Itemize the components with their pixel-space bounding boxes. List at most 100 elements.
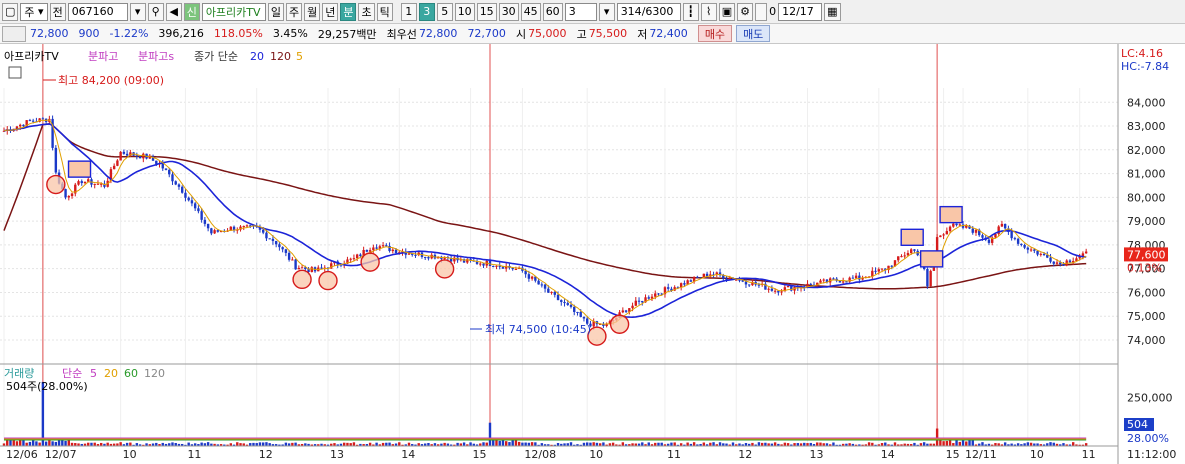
- candle-body: [168, 169, 171, 175]
- candle-body: [974, 229, 978, 233]
- candle-body: [291, 259, 294, 261]
- legend-ma-label: 종가 단순: [194, 50, 238, 63]
- sell-button[interactable]: 매도: [736, 25, 771, 42]
- interval-3-button[interactable]: 3: [418, 2, 435, 21]
- time-tick-label: 10: [1030, 448, 1044, 461]
- candle-body: [1049, 257, 1052, 262]
- volume-bar: [498, 440, 501, 446]
- market-select[interactable]: 주 ▾: [20, 2, 48, 21]
- interval-30-button[interactable]: 30: [498, 2, 519, 21]
- candle-body: [553, 291, 556, 295]
- time-tick-label: 11:12:00: [1127, 448, 1176, 461]
- candle-body: [757, 284, 761, 286]
- interval-45-button[interactable]: 45: [520, 2, 541, 21]
- quote-dropdown-icon[interactable]: [2, 25, 26, 42]
- volume-bar: [592, 442, 595, 446]
- line-type-icon[interactable]: ⌇: [700, 2, 717, 21]
- volume-bar: [611, 442, 615, 446]
- volume-bar: [15, 441, 19, 446]
- candle-body: [349, 258, 352, 260]
- period-tick-button[interactable]: 틱: [376, 2, 393, 21]
- candle-body: [245, 225, 249, 227]
- buy-button[interactable]: 매수: [697, 25, 733, 42]
- interval-15-button[interactable]: 15: [476, 2, 497, 21]
- candle-body: [910, 249, 913, 254]
- volume-current-label: 504: [1127, 418, 1148, 431]
- zero-checkbox[interactable]: [755, 2, 768, 21]
- period-minute-button[interactable]: 분: [340, 2, 357, 21]
- count-field[interactable]: 314/6300: [616, 2, 681, 21]
- candle-body: [83, 181, 87, 184]
- volume-bar: [375, 442, 378, 446]
- period-year-button[interactable]: 년: [322, 2, 339, 21]
- window-icon[interactable]: ▢: [2, 2, 19, 21]
- code-dropdown-icon[interactable]: ▾: [129, 2, 146, 21]
- candle-body: [569, 304, 573, 307]
- calendar-icon[interactable]: ▦: [824, 2, 841, 21]
- volume-bar: [200, 442, 203, 446]
- speaker-icon[interactable]: ◀: [165, 2, 182, 21]
- save-icon[interactable]: ▣: [718, 2, 736, 21]
- candle-body: [1062, 264, 1065, 266]
- volume-bar: [534, 442, 537, 446]
- volume-bar: [1049, 442, 1052, 446]
- interval-dropdown-icon[interactable]: ▾: [598, 2, 615, 21]
- candle-body: [679, 283, 683, 288]
- legend-volma20: 20: [104, 367, 118, 380]
- period-month-button[interactable]: 월: [304, 2, 321, 21]
- candle-body: [310, 267, 313, 272]
- candle-body: [582, 316, 586, 319]
- candle-body: [213, 230, 216, 234]
- candle-body: [242, 226, 245, 228]
- code-input[interactable]: 067160: [67, 2, 128, 21]
- interval-1-button[interactable]: 1: [400, 2, 417, 21]
- candle-body: [1084, 251, 1088, 254]
- gear-icon[interactable]: ⚙: [737, 2, 754, 21]
- volume-bar: [206, 442, 210, 446]
- volume-bar: [171, 442, 174, 446]
- candle-body: [631, 305, 634, 309]
- candle-body: [683, 283, 686, 285]
- candle-body: [138, 156, 142, 159]
- candle-body: [1013, 238, 1017, 240]
- search-icon[interactable]: ⚲: [147, 2, 164, 21]
- candle-body: [903, 255, 906, 257]
- interval-10-button[interactable]: 10: [454, 2, 475, 21]
- price-tick-label: 75,000: [1127, 310, 1166, 323]
- candle-body: [854, 275, 858, 279]
- price-chart[interactable]: 84,00083,00082,00081,00080,00079,00078,0…: [0, 44, 1185, 464]
- date-input[interactable]: 12/17: [778, 2, 823, 21]
- time-tick-label: 15: [946, 448, 960, 461]
- market-select-value: 주: [24, 5, 35, 19]
- interval-select[interactable]: 3: [564, 2, 597, 21]
- interval-5-button[interactable]: 5: [436, 2, 453, 21]
- period-day-button[interactable]: 일: [267, 2, 284, 21]
- candle-body: [890, 265, 893, 267]
- volume-bar: [935, 428, 939, 446]
- candle-body: [375, 247, 378, 249]
- legend-stock-name: 아프리카TV: [4, 50, 59, 63]
- interval-60-button[interactable]: 60: [542, 2, 563, 21]
- highlight-box: [939, 205, 963, 224]
- volume-bar: [773, 442, 777, 446]
- volume-ma-lines: [4, 437, 1087, 441]
- candle-type-icon[interactable]: ┇: [682, 2, 699, 21]
- volume-bar: [129, 442, 132, 446]
- candle-body: [952, 223, 955, 227]
- highlight-circle: [360, 252, 380, 272]
- candle-body: [281, 247, 284, 250]
- volume-bar: [258, 442, 262, 446]
- time-tick-label: 11: [667, 448, 681, 461]
- volume-bar: [19, 439, 22, 446]
- candle-body: [190, 200, 194, 204]
- volume-bar: [692, 442, 696, 446]
- period-second-button[interactable]: 초: [358, 2, 375, 21]
- prev-button[interactable]: 전: [49, 2, 66, 21]
- current-price: 72,800: [30, 27, 69, 40]
- candle-body: [197, 208, 200, 212]
- period-week-button[interactable]: 주: [285, 2, 303, 21]
- chart-background: [0, 44, 1185, 464]
- volume-bar: [54, 441, 58, 446]
- time-tick-label: 12/08: [524, 448, 556, 461]
- candle-body: [368, 250, 372, 252]
